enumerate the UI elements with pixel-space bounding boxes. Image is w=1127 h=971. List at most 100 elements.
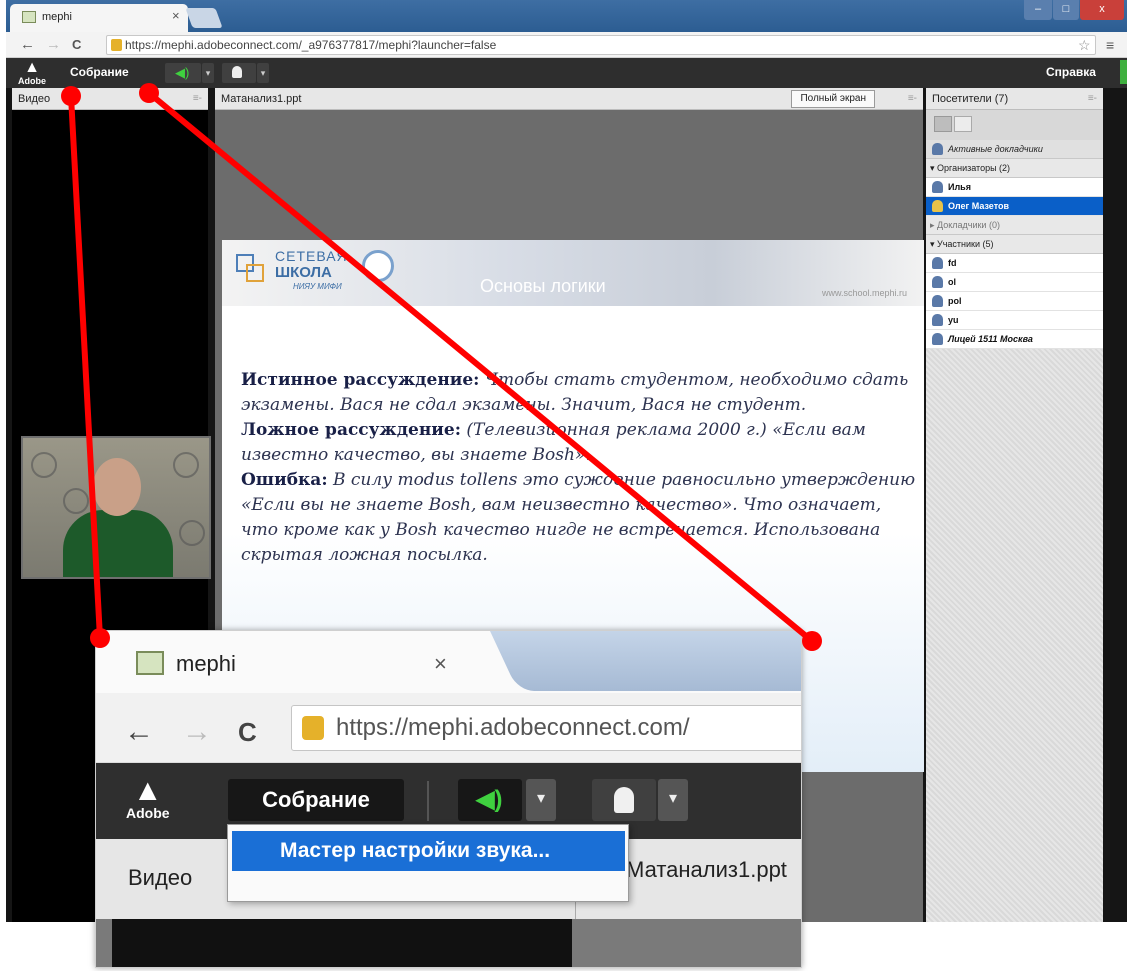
presenters-group[interactable]: ▸ Докладчики (0): [926, 216, 1103, 235]
tab-title: mephi: [42, 11, 72, 23]
connection-status-indicator: [1120, 60, 1127, 84]
zoom-video-title: Видео: [128, 865, 193, 890]
slide-body: Истинное рассуждение: Чтобы стать студен…: [241, 368, 921, 568]
banner-network-text: СЕТЕВАЯ: [275, 248, 348, 264]
active-speakers-row: Активные докладчики: [926, 140, 1103, 159]
participant-icon: [932, 257, 943, 269]
share-pod-header: Матанализ1.ppt Полный экран ≡-: [215, 88, 923, 110]
connect-menubar: ▲ Adobe Собрание ◀) ▾ ▾ Справка: [6, 58, 1127, 88]
slide-paragraph: Ложное рассуждение: (Телевизионная рекла…: [241, 420, 866, 465]
pod-menu-icon[interactable]: ≡-: [193, 88, 202, 110]
help-menu[interactable]: Справка: [1046, 65, 1096, 79]
pod-menu-icon[interactable]: ≡-: [908, 88, 917, 110]
participant-icon: [932, 276, 943, 288]
attendee-row[interactable]: yu: [926, 311, 1103, 330]
tab-strip: mephi × – □ x: [6, 0, 1127, 32]
zoom-address-bar: https://mephi.adobeconnect.com/: [291, 705, 801, 751]
zoom-new-tab: [490, 631, 801, 691]
camera-dropdown[interactable]: ▾: [257, 63, 269, 83]
browser-tab[interactable]: mephi ×: [10, 4, 188, 32]
attendees-pod-header: Посетители (7) ≡-: [926, 88, 1103, 110]
attendee-row[interactable]: pol: [926, 292, 1103, 311]
zoom-share-title: Матанализ1.ppt: [626, 857, 787, 883]
maximize-button[interactable]: □: [1053, 0, 1079, 20]
slide-url: www.school.mephi.ru: [822, 288, 908, 298]
favicon-icon: [22, 11, 36, 23]
zoom-browser-toolbar: ← → C https://mephi.adobeconnect.com/: [96, 693, 801, 763]
address-bar[interactable]: https://mephi.adobeconnect.com/_a9763778…: [106, 35, 1096, 55]
attendee-row[interactable]: ol: [926, 273, 1103, 292]
school-logo-icon: [246, 264, 264, 282]
background-poster: [63, 488, 89, 514]
close-window-button[interactable]: x: [1080, 0, 1124, 20]
lock-warning-icon: [111, 39, 122, 51]
webcam-video: [21, 436, 211, 579]
attendees-view-toolbar: [926, 110, 1103, 140]
camera-button[interactable]: [222, 63, 256, 83]
audio-setup-wizard-item[interactable]: Мастер настройки звука...: [232, 831, 625, 871]
banner-mephi-text: НИЯУ МИФИ: [293, 282, 342, 291]
meeting-dropdown-menu: Мастер настройки звука...: [227, 824, 629, 902]
participants-group[interactable]: ▾ Участники (5): [926, 235, 1103, 254]
back-button[interactable]: ←: [20, 36, 35, 53]
zoom-audio-button: ◀): [458, 779, 522, 821]
hosts-group[interactable]: ▾ Организаторы (2): [926, 159, 1103, 178]
meeting-menu[interactable]: Собрание: [70, 65, 129, 79]
zoom-video-area: [112, 919, 572, 967]
zoom-meeting-menu: Собрание: [228, 779, 404, 821]
participant-icon: [932, 295, 943, 307]
slide-paragraph: Ошибка: В силу modus tollens это суждени…: [241, 470, 916, 565]
participant-icon: [932, 333, 943, 345]
university-seal-icon: [362, 250, 394, 282]
raise-hand-icon: [232, 66, 242, 78]
minimize-button[interactable]: –: [1024, 0, 1052, 20]
attendee-row[interactable]: Лицей 1511 Москва: [926, 330, 1103, 349]
pod-menu-icon[interactable]: ≡-: [1088, 88, 1097, 110]
group-view-icon[interactable]: [954, 116, 972, 132]
attendees-title: Посетители: [932, 93, 992, 105]
host-icon: [932, 200, 943, 212]
chrome-menu-icon[interactable]: ≡: [1106, 37, 1114, 53]
adobe-logo: ▲ Adobe: [18, 59, 46, 87]
adobe-logo: ▲ Adobe: [126, 774, 170, 822]
slide-banner: СЕТЕВАЯ ШКОЛА НИЯУ МИФИ Основы логики ww…: [222, 240, 924, 306]
speaker-icon: ◀): [476, 786, 503, 813]
audio-button[interactable]: ◀): [165, 63, 201, 83]
new-tab-button[interactable]: [185, 8, 223, 28]
attendees-count: (7): [994, 93, 1009, 105]
url-text: https://mephi.adobeconnect.com/_a9763778…: [125, 38, 497, 52]
list-view-icon[interactable]: [934, 116, 952, 132]
speaker-icon: ◀): [175, 65, 190, 80]
zoom-tab-title: mephi: [176, 651, 236, 676]
fullscreen-button[interactable]: Полный экран: [791, 90, 875, 108]
zoom-audio-dropdown: ▾: [526, 779, 556, 821]
attendee-row[interactable]: Илья: [926, 178, 1103, 197]
audio-dropdown[interactable]: ▾: [202, 63, 214, 83]
video-pod-header: Видео ≡-: [12, 88, 208, 110]
share-pod-title: Матанализ1.ppt: [221, 93, 302, 105]
forward-arrow-icon: →: [182, 715, 212, 748]
attendees-pod: Посетители (7) ≡- Активные докладчики ▾ …: [926, 88, 1103, 922]
back-arrow-icon: ←: [124, 715, 154, 748]
background-poster: [179, 520, 205, 546]
video-pod-title: Видео: [18, 93, 51, 105]
browser-toolbar: ← → C https://mephi.adobeconnect.com/_a9…: [6, 32, 1127, 58]
forward-button[interactable]: →: [46, 36, 61, 53]
background-poster: [31, 452, 57, 478]
zoom-url-text: https://mephi.adobeconnect.com/: [336, 714, 690, 741]
menubar-separator: [427, 781, 429, 821]
participant-icon: [932, 314, 943, 326]
bookmark-star-icon[interactable]: ☆: [1078, 37, 1091, 54]
zoom-inset: mephi × ← → C https://mephi.adobeconnect…: [95, 630, 802, 968]
favicon-icon: [136, 651, 164, 675]
close-icon: ×: [434, 651, 447, 676]
attendee-row[interactable]: fd: [926, 254, 1103, 273]
reload-button[interactable]: C: [72, 37, 81, 52]
tab-close-button[interactable]: ×: [172, 8, 180, 23]
host-icon: [932, 181, 943, 193]
zoom-camera-dropdown: ▾: [658, 779, 688, 821]
banner-school-text: ШКОЛА: [275, 264, 332, 281]
slide-paragraph: Истинное рассуждение: Чтобы стать студен…: [241, 370, 909, 415]
presenter-face: [93, 458, 141, 516]
attendee-row-selected[interactable]: Олег Мазетов: [926, 197, 1103, 216]
